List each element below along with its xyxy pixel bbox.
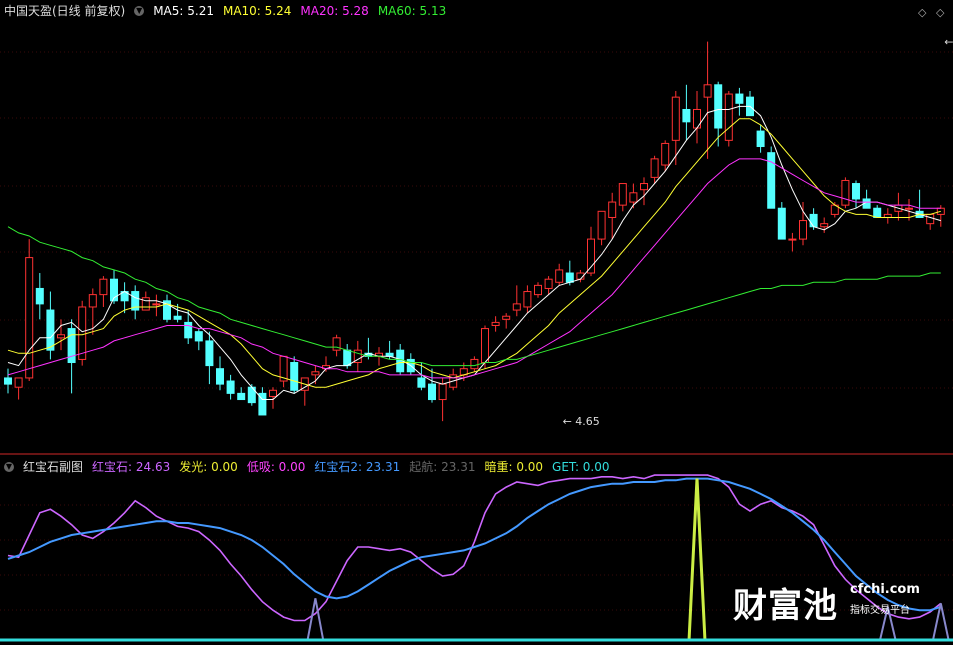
candle-body bbox=[682, 108, 691, 123]
price-annotation: ← 5.88 bbox=[944, 36, 953, 49]
main-legend-item: MA10: 5.24 bbox=[222, 4, 292, 18]
candle-body bbox=[926, 213, 935, 225]
candle-body bbox=[841, 179, 850, 206]
candle-body bbox=[417, 377, 426, 388]
candle-body bbox=[205, 340, 214, 367]
signal-spike-glow bbox=[687, 478, 707, 642]
candle-body bbox=[905, 207, 913, 210]
ma-line-ma5 bbox=[7, 105, 941, 400]
candle-body bbox=[756, 130, 765, 148]
main-legend-item: MA60: 5.13 bbox=[377, 4, 447, 18]
watermark-url: cfchi.com bbox=[850, 582, 920, 597]
candle-body bbox=[237, 392, 246, 401]
candle-body bbox=[470, 358, 479, 370]
candle-body bbox=[671, 96, 680, 141]
candle-body bbox=[777, 207, 786, 240]
candle-body bbox=[512, 303, 521, 311]
candle-body bbox=[343, 349, 352, 367]
candle-body bbox=[820, 223, 829, 228]
chart-canvas[interactable]: ← 5.88 ← 4.65 bbox=[0, 0, 953, 645]
candle-body bbox=[618, 183, 627, 206]
candle-body bbox=[226, 380, 235, 394]
candle-body bbox=[852, 183, 860, 200]
chevron-down-icon[interactable]: ▼ bbox=[4, 462, 14, 472]
candle-body bbox=[523, 291, 532, 308]
candle-body bbox=[587, 238, 595, 274]
candle-body bbox=[194, 331, 203, 342]
nav-left-icon[interactable]: ◇ bbox=[918, 6, 926, 19]
candle-body bbox=[491, 321, 500, 326]
main-legend-item: MA5: 5.21 bbox=[153, 4, 214, 18]
candle-body bbox=[809, 213, 818, 228]
candle-body bbox=[311, 371, 320, 376]
main-legend: 中国天盈(日线 前复权) ▼ MA5: 5.21 MA10: 5.24 MA20: … bbox=[0, 1, 446, 21]
candle-body bbox=[46, 309, 55, 351]
candle-body bbox=[88, 294, 97, 308]
candle-body bbox=[78, 306, 87, 360]
ma-line-ma60 bbox=[7, 226, 941, 367]
candle-body bbox=[640, 183, 648, 191]
candle-body bbox=[57, 334, 65, 339]
candle-body bbox=[650, 158, 659, 178]
candle-body bbox=[873, 207, 882, 218]
sub-legend: ▼ 红宝石副图 红宝石: 24.63 发光: 0.00 低吸: 0.00 红宝石2: … bbox=[0, 457, 610, 477]
candle-body bbox=[290, 362, 299, 391]
candle-body bbox=[534, 284, 542, 296]
candle-body bbox=[184, 321, 193, 339]
sub-legend-item: 红宝石2: 23.31 bbox=[314, 460, 401, 474]
candle-body bbox=[269, 389, 277, 397]
main-chart-title: 中国天盈(日线 前复权) bbox=[4, 4, 126, 18]
candle-body bbox=[555, 269, 564, 283]
candle-body bbox=[428, 383, 436, 401]
sub-legend-item: 暗重: 0.00 bbox=[484, 460, 544, 474]
candle-body bbox=[35, 287, 44, 305]
candle-body bbox=[438, 383, 447, 401]
candle-body bbox=[565, 272, 574, 283]
candle-body bbox=[735, 93, 744, 104]
candle-body bbox=[661, 142, 670, 166]
watermark-subtitle: 指标交易平台 bbox=[850, 605, 910, 616]
candle-body bbox=[216, 368, 224, 385]
candle-body bbox=[799, 220, 807, 240]
candle-body bbox=[152, 303, 161, 306]
watermark-logo-text: 财富池 bbox=[733, 586, 838, 626]
ma-line-ma10 bbox=[7, 118, 941, 388]
candle-body bbox=[703, 84, 712, 98]
sub-chart-title: 红宝石副图 bbox=[23, 460, 84, 474]
nav-right-icon[interactable]: ◇ bbox=[936, 6, 944, 19]
sub-legend-item: GET: 0.00 bbox=[552, 460, 610, 474]
candle-body bbox=[608, 201, 617, 218]
candle-body bbox=[788, 238, 797, 241]
sub-legend-item: 发光: 0.00 bbox=[179, 460, 238, 474]
sub-legend-item: 低吸: 0.00 bbox=[246, 460, 306, 474]
candle-body bbox=[25, 257, 34, 379]
candle-body bbox=[597, 210, 606, 240]
watermark: 财富池 cfchi.com 指标交易平台 bbox=[733, 576, 923, 626]
ma-line-ma20 bbox=[7, 158, 941, 379]
signal-spike-sail bbox=[306, 598, 325, 642]
chevron-down-icon[interactable]: ▼ bbox=[134, 6, 145, 16]
candle-body bbox=[14, 377, 23, 388]
candle-body bbox=[502, 315, 511, 320]
candle-body bbox=[544, 278, 553, 289]
candle-body bbox=[714, 84, 723, 129]
candle-body bbox=[99, 278, 108, 296]
price-annotation: ← 4.65 bbox=[563, 415, 600, 428]
candle-body bbox=[629, 192, 638, 203]
candle-body bbox=[173, 315, 182, 320]
main-legend-item: MA20: 5.28 bbox=[300, 4, 369, 18]
sub-legend-item: 起航: 23.31 bbox=[409, 460, 476, 474]
candle-body bbox=[481, 328, 489, 364]
sub-legend-item: 红宝石: 24.63 bbox=[92, 460, 171, 474]
candle-body bbox=[724, 93, 733, 141]
candle-body bbox=[4, 377, 12, 385]
